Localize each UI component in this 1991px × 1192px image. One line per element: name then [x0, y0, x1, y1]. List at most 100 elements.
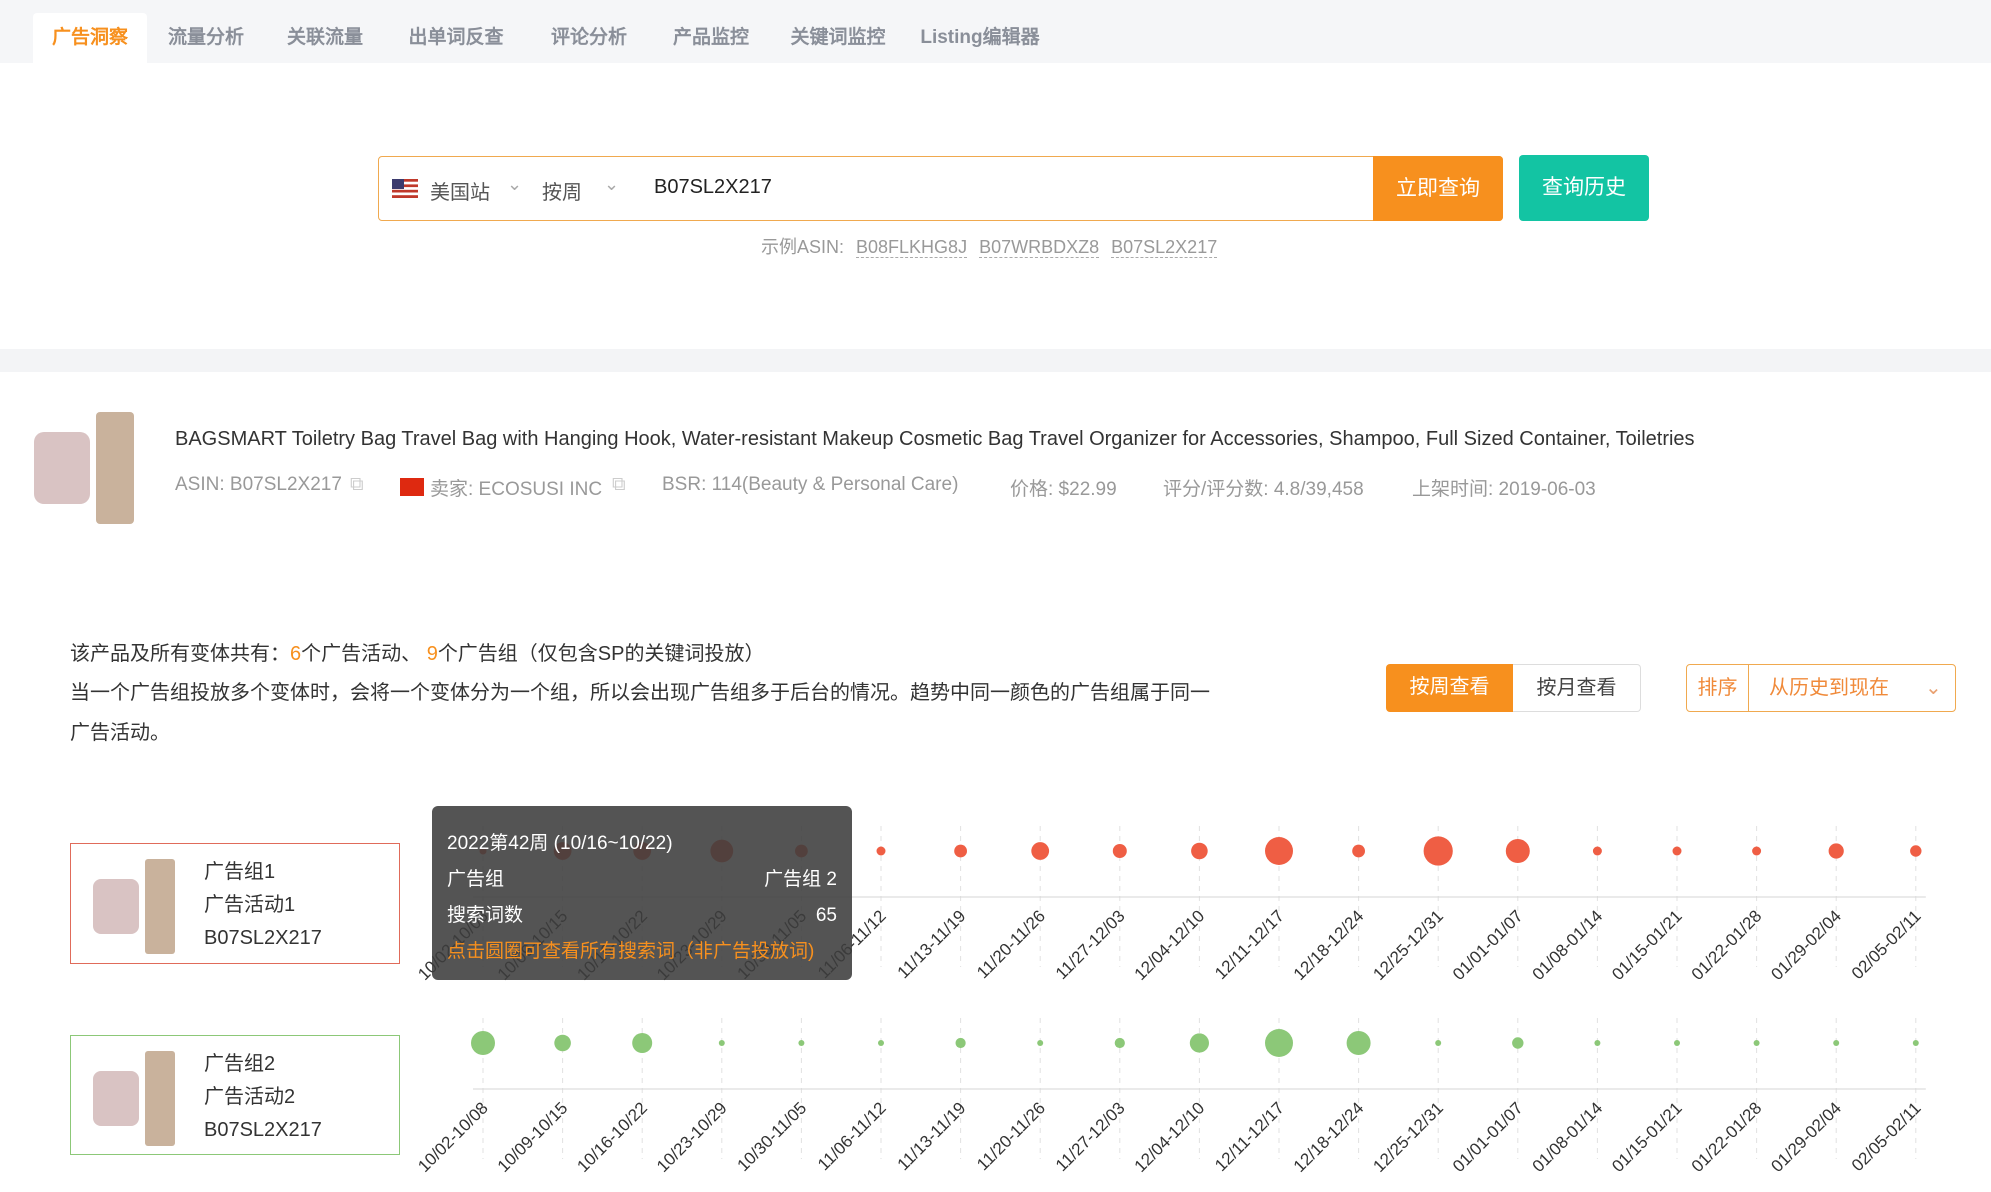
china-flag-icon	[400, 478, 424, 496]
x-tick-label: 12/18-12/24	[1290, 1098, 1368, 1176]
x-tick-label: 11/13-11/19	[894, 906, 970, 982]
sort-label: 排序	[1687, 665, 1749, 711]
product-image[interactable]	[32, 404, 137, 524]
tab-item[interactable]: 产品监控	[651, 13, 771, 63]
chart-tooltip: 2022第42周 (10/16~10/22) 广告组 广告组 2 搜索词数 65 点…	[432, 806, 852, 980]
bubble[interactable]	[1435, 1040, 1442, 1046]
bubble[interactable]	[878, 1040, 884, 1046]
bubble[interactable]	[1752, 846, 1762, 856]
tab-item[interactable]: 关键词监控	[771, 13, 905, 63]
site-select[interactable]: 美国站	[430, 176, 490, 205]
x-tick-label: 10/02-10/08	[414, 1098, 492, 1176]
tooltip-key: 广告组	[447, 869, 505, 890]
x-tick-label: 12/25-12/31	[1369, 906, 1447, 984]
x-tick-label: 11/20-11/26	[973, 1098, 1049, 1174]
x-tick-label: 01/29-02/04	[1767, 1098, 1845, 1176]
bubble[interactable]	[1352, 844, 1365, 858]
x-tick-label: 12/11-12/17	[1211, 1098, 1288, 1175]
x-tick-label: 11/13-11/19	[894, 1098, 970, 1174]
bubble[interactable]	[718, 1040, 725, 1046]
bubble[interactable]	[1423, 836, 1453, 866]
group-count: 9	[426, 643, 438, 665]
sort-select[interactable]: 排序 从历史到现在 ⌄	[1686, 664, 1956, 712]
x-tick-label: 01/01-01/07	[1449, 906, 1527, 984]
summary-line-3: 广告活动。	[70, 722, 170, 744]
x-tick-label: 01/22-01/28	[1688, 906, 1766, 984]
bubble[interactable]	[1912, 1040, 1919, 1046]
summary-line-1: 该产品及所有变体共有：6个广告活动、 9个广告组（仅包含SP的关键词投放）	[70, 643, 765, 665]
x-tick-label: 11/06-11/12	[814, 1098, 890, 1174]
chevron-down-icon[interactable]: ⌄	[507, 174, 522, 195]
bubble[interactable]	[954, 844, 967, 858]
bubble[interactable]	[1191, 842, 1208, 860]
period-select[interactable]: 按周	[542, 176, 582, 205]
tab-item[interactable]: 出单词反查	[385, 13, 527, 63]
bubble[interactable]	[1112, 844, 1127, 858]
bubble[interactable]	[1672, 846, 1682, 856]
bubble[interactable]	[1031, 842, 1050, 860]
bubble[interactable]	[1594, 1040, 1601, 1046]
tooltip-key: 搜索词数	[447, 905, 524, 926]
tab-item[interactable]: 广告洞察	[33, 13, 147, 63]
bubble[interactable]	[1265, 837, 1293, 865]
x-tick-label: 12/18-12/24	[1290, 906, 1368, 984]
tooltip-value: 广告组 2	[764, 869, 837, 890]
monthly-view-button[interactable]: 按月查看	[1513, 664, 1641, 712]
bubble[interactable]	[554, 1034, 571, 1052]
tab-item[interactable]: Listing编辑器	[905, 13, 1055, 63]
x-tick-label: 11/20-11/26	[973, 906, 1049, 982]
search-button[interactable]: 立即查询	[1373, 156, 1503, 221]
x-tick-label: 02/05-02/11	[1848, 1098, 1925, 1175]
product-title[interactable]: BAGSMART Toiletry Bag Travel Bag with Ha…	[175, 428, 1695, 451]
bubble[interactable]	[1512, 1037, 1524, 1049]
example-asins: 示例ASIN: B08FLKHG8J B07WRBDXZ8 B07SL2X217	[761, 233, 1218, 259]
x-tick-label: 02/05-02/11	[1848, 906, 1925, 983]
x-tick-label: 12/11-12/17	[1211, 906, 1288, 983]
x-tick-label: 12/04-12/10	[1131, 1098, 1209, 1176]
tab-item[interactable]: 流量分析	[147, 13, 265, 63]
asin-input[interactable]: B07SL2X217	[654, 176, 772, 199]
x-tick-label: 12/25-12/31	[1369, 1098, 1447, 1176]
bubble[interactable]	[1265, 1029, 1293, 1057]
weekly-view-button[interactable]: 按周查看	[1386, 664, 1513, 712]
bubble[interactable]	[471, 1031, 495, 1055]
bubble[interactable]	[1592, 846, 1602, 856]
x-tick-label: 01/15-01/21	[1608, 906, 1686, 984]
bubble[interactable]	[1910, 845, 1922, 857]
bubble[interactable]	[1674, 1040, 1680, 1046]
x-tick-label: 01/08-01/14	[1529, 906, 1607, 984]
bubble[interactable]	[632, 1033, 653, 1053]
example-label: 示例ASIN:	[761, 237, 845, 257]
bubble[interactable]	[876, 846, 886, 856]
example-asin-link[interactable]: B07SL2X217	[1111, 237, 1218, 258]
external-link-icon[interactable]: ⧉	[612, 474, 626, 496]
bubble[interactable]	[1037, 1040, 1044, 1046]
x-tick-label: 11/27-12/03	[1052, 906, 1129, 983]
x-tick-label: 10/30-11/05	[734, 1098, 811, 1175]
tab-bar: 广告洞察 流量分析 关联流量 出单词反查 评论分析 产品监控 关键词监控 Listing编辑器	[0, 0, 1991, 63]
x-tick-label: 01/22-01/28	[1688, 1098, 1766, 1176]
sort-value: 从历史到现在	[1769, 677, 1889, 699]
bubble[interactable]	[1189, 1033, 1209, 1053]
bubble[interactable]	[1828, 843, 1844, 859]
x-tick-label: 01/29-02/04	[1767, 906, 1845, 984]
history-button[interactable]: 查询历史	[1519, 155, 1649, 221]
bubble[interactable]	[1346, 1031, 1371, 1055]
chevron-down-icon[interactable]: ⌄	[604, 174, 619, 195]
listed-date: 上架时间: 2019-06-03	[1412, 479, 1596, 500]
bubble[interactable]	[955, 1037, 966, 1049]
bubble-trend-chart: 10/02-10/0810/09-10/1510/16-10/2210/23-1…	[414, 826, 1926, 1176]
tab-item[interactable]: 关联流量	[265, 13, 385, 63]
rating: 评分/评分数: 4.8/39,458	[1163, 479, 1364, 500]
example-asin-link[interactable]: B08FLKHG8J	[856, 237, 968, 258]
x-tick-label: 11/27-12/03	[1052, 1098, 1129, 1175]
tab-item[interactable]: 评论分析	[527, 13, 651, 63]
summary-line-2: 当一个广告组投放多个变体时，会将一个变体分为一个组，所以会出现广告组多于后台的情…	[70, 682, 1210, 704]
example-asin-link[interactable]: B07WRBDXZ8	[979, 237, 1100, 258]
bubble[interactable]	[1505, 839, 1530, 863]
bubble[interactable]	[798, 1040, 805, 1046]
external-link-icon[interactable]: ⧉	[350, 474, 364, 496]
bubble[interactable]	[1833, 1040, 1840, 1046]
bubble[interactable]	[1753, 1040, 1760, 1046]
bubble[interactable]	[1114, 1037, 1125, 1049]
